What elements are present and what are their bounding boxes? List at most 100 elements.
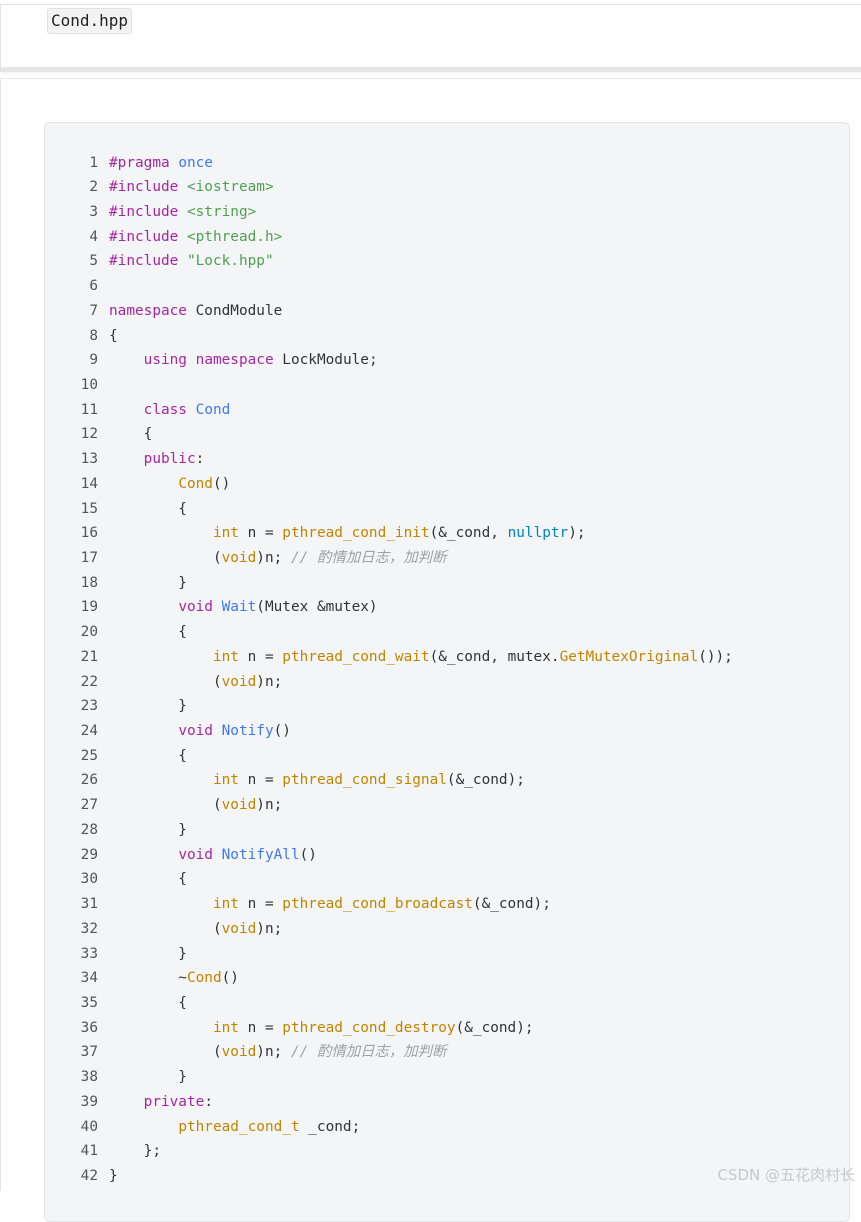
code-line: 30 { — [0, 867, 861, 892]
code-token: using — [143, 352, 187, 369]
code-token: (Mutex &mutex) — [256, 599, 378, 616]
code-token: { — [109, 624, 187, 641]
code-token: : — [195, 451, 205, 468]
code-token: ()); — [698, 648, 733, 665]
line-number: 1 — [89, 154, 98, 171]
line-code: } — [109, 1065, 187, 1090]
code-token: int — [212, 772, 239, 789]
code-token: namespace — [195, 352, 274, 369]
code-line: 20 { — [0, 620, 861, 645]
code-token: () — [212, 475, 231, 492]
code-token: void — [221, 673, 257, 690]
panel-border — [0, 5, 1, 67]
line-number: 3 — [89, 203, 98, 220]
line-code: } — [109, 942, 187, 967]
code-token: } — [109, 698, 187, 715]
code-line: 26 int n = pthread_cond_signal(&_cond); — [0, 768, 861, 793]
line-number: 2 — [89, 179, 98, 196]
code-token: int — [212, 525, 239, 542]
code-token: } — [109, 821, 187, 838]
line-code: (void)n; — [109, 670, 282, 695]
code-line: 10 — [0, 373, 861, 398]
code-line: 6 — [0, 274, 861, 299]
code-line: 29 void NotifyAll() — [0, 843, 861, 868]
line-code: private: — [109, 1090, 213, 1115]
line-code: #include <iostream> — [109, 175, 274, 200]
code-token: { — [109, 426, 153, 443]
code-line: 27 (void)n; — [0, 793, 861, 818]
code-line: 24 void Notify() — [0, 719, 861, 744]
line-number: 21 — [80, 648, 98, 665]
code-line: 4 #include <pthread.h> — [0, 225, 861, 250]
line-number: 19 — [80, 599, 98, 616]
line-code: class Cond — [109, 398, 231, 423]
line-code: int n = pthread_cond_init(&_cond, nullpt… — [109, 521, 586, 546]
line-code: }; — [109, 1139, 161, 1164]
line-code: #pragma once — [109, 151, 213, 176]
line-number: 7 — [89, 302, 98, 319]
code-token: }; — [109, 1143, 161, 1160]
code-token: <pthread.h> — [186, 228, 283, 245]
line-code: (void)n; // 酌情加日志，加判断 — [109, 1040, 447, 1065]
code-token: } — [109, 945, 187, 962]
line-number: 31 — [80, 896, 98, 913]
line-code: int n = pthread_cond_destroy(&_cond); — [109, 1016, 534, 1041]
code-line: 3 #include <string> — [0, 200, 861, 225]
line-code: #include "Lock.hpp" — [109, 249, 274, 274]
line-code: { — [109, 744, 187, 769]
code-token: void — [178, 599, 213, 616]
code-line: 18 } — [0, 571, 861, 596]
code-token: void — [221, 1044, 257, 1061]
line-code: (void)n; // 酌情加日志，加判断 — [109, 546, 447, 571]
code-token: #pragma — [109, 154, 179, 171]
line-number: 4 — [89, 228, 98, 245]
code-line: 33 } — [0, 942, 861, 967]
code-line: 22 (void)n; — [0, 670, 861, 695]
line-code: public: — [109, 447, 205, 472]
line-code: int n = pthread_cond_wait(&_cond, mutex.… — [109, 645, 733, 670]
line-number: 5 — [89, 253, 98, 270]
code-token: Wait — [221, 599, 257, 616]
line-number: 34 — [80, 970, 98, 987]
file-header-panel: Cond.hpp — [0, 4, 861, 72]
code-token: void — [178, 846, 213, 863]
code-token: pthread_cond_broadcast — [282, 896, 473, 913]
code-token: public — [143, 451, 196, 468]
code-line: 9 using namespace LockModule; — [0, 348, 861, 373]
code-token: namespace — [109, 302, 187, 319]
code-token: NotifyAll — [221, 846, 300, 863]
line-number: 28 — [80, 821, 98, 838]
line-number: 26 — [80, 772, 98, 789]
code-token: pthread_cond_init — [282, 525, 430, 542]
code-token: once — [178, 154, 213, 171]
line-number: 41 — [80, 1143, 98, 1160]
code-token: int — [212, 1019, 239, 1036]
line-number: 10 — [80, 376, 98, 393]
line-number: 16 — [80, 525, 98, 542]
code-line: 41 }; — [0, 1139, 861, 1164]
code-token: void — [178, 723, 213, 740]
code-token: n = — [238, 1019, 283, 1036]
code-token: <string> — [186, 203, 257, 220]
line-number: 39 — [80, 1093, 98, 1110]
code-token: pthread_cond_wait — [282, 648, 430, 665]
code-line: 25 { — [0, 744, 861, 769]
line-number: 14 — [80, 475, 98, 492]
line-code: int n = pthread_cond_signal(&_cond); — [109, 768, 525, 793]
code-token: void — [221, 550, 257, 566]
code-token: { — [109, 871, 187, 888]
line-number: 12 — [80, 426, 98, 443]
line-number: 23 — [80, 698, 98, 715]
code-token: Notify — [221, 723, 274, 740]
line-number: 24 — [80, 723, 98, 740]
code-token: ); — [568, 525, 586, 542]
code-token: n = — [238, 896, 283, 913]
